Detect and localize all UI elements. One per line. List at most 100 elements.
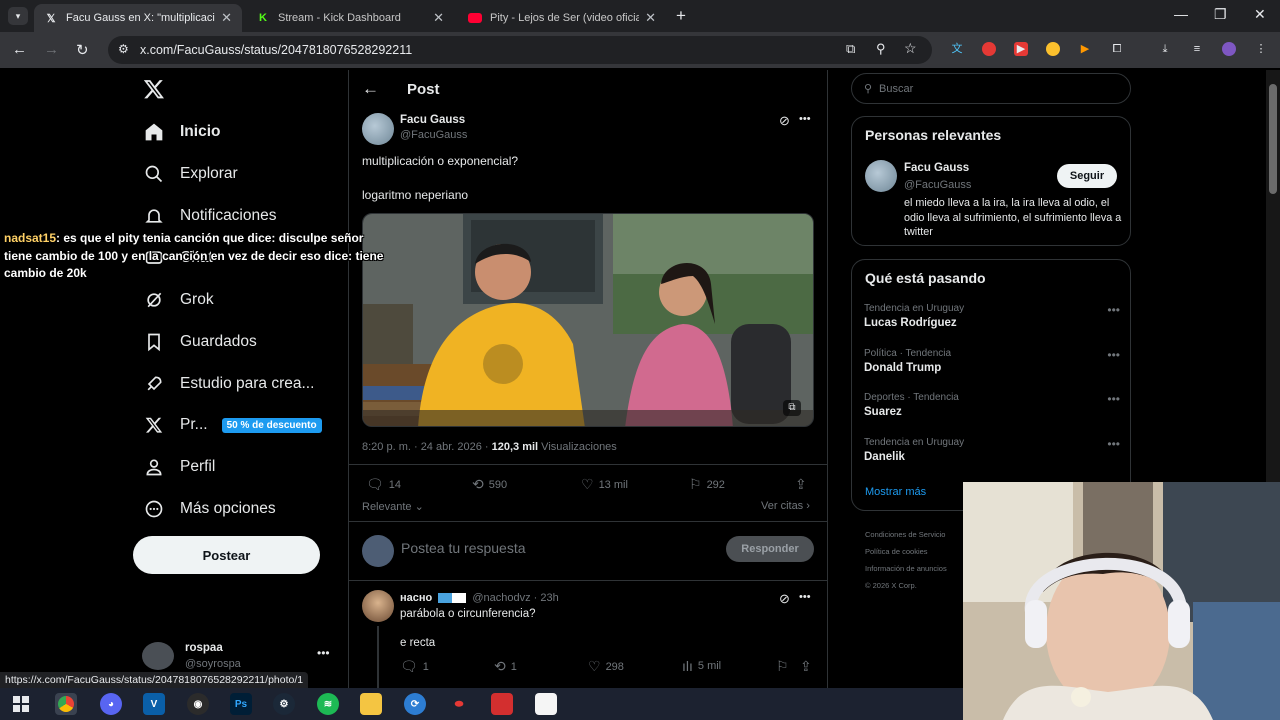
install-app-icon[interactable]: ⧉: [846, 41, 855, 57]
more-icon[interactable]: •••: [317, 646, 330, 660]
extension-youtube-icon[interactable]: ▶: [1014, 42, 1028, 56]
nav-notificaciones[interactable]: Notificaciones: [143, 202, 277, 230]
browser-tab-x-post[interactable]: 𝕏 Facu Gauss en X: "multiplicació ✕: [34, 4, 242, 32]
browser-tab-kick[interactable]: K Stream - Kick Dashboard ✕: [246, 4, 454, 32]
site-info-icon[interactable]: ⚙: [118, 42, 129, 56]
follow-button[interactable]: Seguir: [1057, 164, 1117, 188]
address-bar[interactable]: ⚙ x.com/FacuGauss/status/204781807652829…: [108, 36, 932, 64]
photoshop-icon[interactable]: Ps: [230, 693, 252, 715]
trend-item[interactable]: Tendencia en Uruguay Lucas Rodríguez •••: [864, 303, 1120, 329]
new-tab-icon[interactable]: +: [676, 6, 686, 26]
views-action[interactable]: ılı 5 mil: [682, 658, 721, 674]
back-arrow-icon[interactable]: ←: [362, 79, 379, 99]
more-icon[interactable]: •••: [799, 591, 811, 603]
profile-avatar-icon[interactable]: [1222, 42, 1236, 56]
reply-button[interactable]: Responder: [726, 536, 814, 562]
extension-play-icon[interactable]: ▶: [1078, 42, 1092, 56]
nav-mas-opciones[interactable]: Más opciones: [143, 495, 276, 523]
minimize-icon[interactable]: —: [1174, 6, 1188, 22]
like-action[interactable]: ♡ 298: [588, 658, 624, 675]
more-icon[interactable]: •••: [799, 113, 811, 125]
repost-action[interactable]: ⟲ 590: [472, 476, 507, 493]
x-logo-icon: 𝕏: [46, 12, 56, 25]
alt-image-icon[interactable]: ⧉: [783, 400, 801, 416]
app-red-icon[interactable]: ⬬: [448, 693, 470, 715]
extension-yellow-icon[interactable]: [1046, 42, 1060, 56]
reply-author[interactable]: насно @nachodvz · 23h: [400, 592, 559, 604]
avatar[interactable]: [362, 590, 394, 622]
reply-action[interactable]: 🗨 1: [400, 658, 429, 675]
trend-item[interactable]: Tendencia en Uruguay Danelik •••: [864, 437, 1120, 463]
app-cube-icon[interactable]: [535, 693, 557, 715]
spotify-icon[interactable]: ≋: [317, 693, 339, 715]
trend-item[interactable]: Deportes · Tendencia Suarez •••: [864, 392, 1120, 418]
app-red-square-icon[interactable]: [491, 693, 513, 715]
share-action[interactable]: ⇪: [795, 476, 812, 493]
close-icon[interactable]: ✕: [433, 10, 444, 26]
x-logo-icon[interactable]: [143, 78, 165, 100]
steam-icon[interactable]: ⚙: [273, 693, 295, 715]
file-explorer-icon[interactable]: [360, 693, 382, 715]
bookmark-action[interactable]: ⚐: [776, 658, 794, 675]
post-media-image[interactable]: ⧉: [362, 213, 814, 427]
repost-action[interactable]: ⟲ 1: [494, 658, 517, 675]
nav-explorar[interactable]: Explorar: [143, 160, 238, 188]
account-switcher[interactable]: rospaa @soyrospa •••: [142, 640, 332, 672]
bookmark-action[interactable]: ⚐ 292: [689, 476, 725, 493]
close-icon[interactable]: ✕: [645, 10, 656, 26]
close-window-icon[interactable]: ✕: [1254, 6, 1266, 23]
nav-perfil[interactable]: Perfil: [143, 453, 215, 481]
reload-icon[interactable]: ↻: [76, 41, 89, 59]
footer-link[interactable]: Condiciones de Servicio: [865, 526, 961, 543]
nav-premium[interactable]: Pr... 50 % de descuento: [143, 411, 322, 439]
trend-item[interactable]: Política · Tendencia Donald Trump •••: [864, 348, 1120, 374]
reply-action[interactable]: 🗨 14: [366, 476, 401, 493]
like-action[interactable]: ♡ 13 mil: [581, 476, 628, 493]
nav-estudio[interactable]: Estudio para crea...: [143, 370, 314, 398]
chrome-icon[interactable]: [55, 693, 77, 715]
more-icon[interactable]: •••: [1107, 437, 1120, 451]
show-more-link[interactable]: Mostrar más: [865, 486, 926, 498]
obs-icon[interactable]: ◉: [187, 693, 209, 715]
post-author-handle[interactable]: @FacuGauss: [400, 129, 467, 141]
browser-tab-youtube[interactable]: Pity - Lejos de Ser (video oficial ✕: [458, 4, 666, 32]
app-v-icon[interactable]: V: [143, 693, 165, 715]
restore-icon[interactable]: ❐: [1214, 6, 1227, 23]
share-action[interactable]: ⇪: [800, 658, 817, 675]
grok-icon[interactable]: ⊘: [779, 113, 790, 129]
bookmark-star-icon[interactable]: ☆: [904, 40, 917, 57]
nav-guardados[interactable]: Guardados: [143, 328, 257, 356]
windows-start-icon[interactable]: [10, 693, 32, 715]
forward-icon[interactable]: →: [44, 41, 59, 58]
zoom-icon[interactable]: ⚲: [876, 41, 886, 57]
more-icon[interactable]: •••: [1107, 303, 1120, 317]
search-input[interactable]: ⚲ Buscar: [851, 73, 1131, 104]
browser-menu-icon[interactable]: ⋮: [1254, 42, 1268, 56]
close-icon[interactable]: ✕: [221, 10, 232, 26]
back-icon[interactable]: ←: [12, 41, 27, 58]
more-icon[interactable]: •••: [1107, 392, 1120, 406]
avatar[interactable]: [865, 160, 897, 192]
page-scrollbar[interactable]: [1266, 70, 1280, 482]
more-icon[interactable]: •••: [1107, 348, 1120, 362]
reply-input[interactable]: Postea tu respuesta: [401, 540, 526, 556]
app-circle-icon[interactable]: ⟳: [404, 693, 426, 715]
extension-translate-icon[interactable]: 文: [950, 42, 964, 56]
extensions-puzzle-icon[interactable]: ⧠: [1110, 42, 1124, 56]
post-author-name[interactable]: Facu Gauss: [400, 114, 465, 126]
media-control-icon[interactable]: ≡: [1190, 42, 1204, 56]
nav-grok[interactable]: Grok: [143, 286, 214, 314]
view-quotes-link[interactable]: Ver citas ›: [761, 500, 810, 512]
post-button[interactable]: Postear: [133, 536, 320, 574]
extension-red-icon[interactable]: [982, 42, 996, 56]
download-icon[interactable]: ⤓: [1158, 42, 1172, 56]
sort-dropdown[interactable]: Relevante ⌄: [362, 500, 424, 513]
grok-icon[interactable]: ⊘: [779, 591, 790, 607]
avatar[interactable]: [362, 113, 394, 145]
footer-link[interactable]: Información de anuncios: [865, 560, 961, 577]
nav-inicio[interactable]: Inicio: [143, 118, 220, 146]
tab-search-button[interactable]: ▾: [8, 7, 28, 25]
discord-icon[interactable]: ◕: [100, 693, 122, 715]
footer-link[interactable]: Política de cookies: [865, 543, 961, 560]
scrollbar-thumb[interactable]: [1269, 84, 1277, 194]
